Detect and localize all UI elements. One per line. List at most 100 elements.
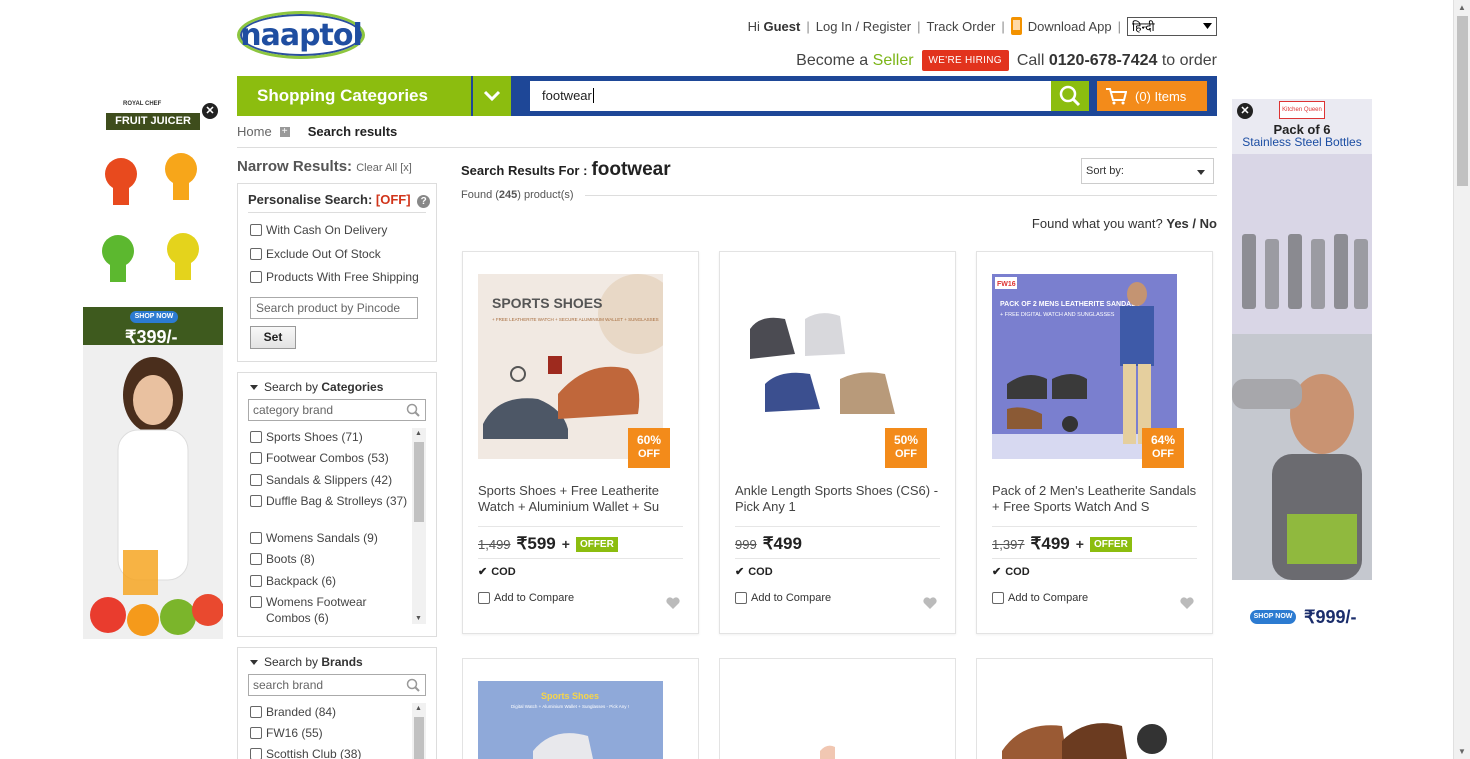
checkbox[interactable] xyxy=(250,431,262,443)
set-pincode-button[interactable]: Set xyxy=(250,326,296,349)
brand-item[interactable]: Branded (84) xyxy=(250,704,410,720)
offer-badge[interactable]: OFFER xyxy=(1089,536,1132,552)
checkbox[interactable] xyxy=(250,748,262,759)
become-seller-link[interactable]: Become a Seller xyxy=(796,52,913,70)
checkbox[interactable] xyxy=(250,248,262,260)
search-button[interactable] xyxy=(1051,81,1089,111)
checkbox[interactable] xyxy=(992,592,1004,604)
category-item[interactable]: Backpack (6) xyxy=(250,573,410,589)
results-heading: Search Results For : footwear xyxy=(461,159,671,180)
category-item[interactable]: Womens Sandals (9) xyxy=(250,530,410,546)
categories-chevron-icon[interactable] xyxy=(473,76,511,116)
help-icon[interactable]: ? xyxy=(417,195,431,208)
product-card[interactable]: 50% OFF Ankle Length Sports Shoes (CS6) -… xyxy=(719,251,956,634)
exclude-out-of-stock-filter[interactable]: Exclude Out Of Stock xyxy=(250,247,381,261)
wishlist-heart-icon[interactable] xyxy=(923,597,937,610)
ad-shop-now[interactable]: SHOP NOW xyxy=(130,311,178,323)
login-register-link[interactable]: Log In / Register xyxy=(816,19,911,34)
add-to-compare[interactable]: Add to Compare xyxy=(992,592,1088,604)
image-caption: Sports Shoes xyxy=(541,691,599,701)
product-card[interactable] xyxy=(719,658,956,759)
wishlist-heart-icon[interactable] xyxy=(1180,597,1194,610)
naaptol-logo[interactable]: naaptol xyxy=(237,11,365,59)
ad-brand: Kitchen Queen xyxy=(1279,101,1325,119)
ad-shop-now[interactable]: SHOP NOW xyxy=(1250,610,1296,624)
image-subcaption: + FREE LEATHERITE WATCH + SECURE ALUMINI… xyxy=(492,317,659,322)
product-image[interactable] xyxy=(992,681,1177,759)
product-name[interactable]: Pack of 2 Men's Leatherite Sandals + Fre… xyxy=(992,483,1200,515)
checkbox[interactable] xyxy=(250,553,262,565)
download-app-link[interactable]: Download App xyxy=(1028,19,1112,34)
wishlist-heart-icon[interactable] xyxy=(666,597,680,610)
brands-scrollbar[interactable]: ▲ xyxy=(412,703,426,759)
pincode-input[interactable]: Search product by Pincode xyxy=(250,297,418,319)
feedback-yes[interactable]: Yes xyxy=(1166,216,1188,231)
category-item[interactable]: Boots (8) xyxy=(250,551,410,567)
product-image[interactable] xyxy=(735,681,920,759)
checkbox[interactable] xyxy=(250,271,262,283)
checkbox[interactable] xyxy=(250,224,262,236)
breadcrumb-home[interactable]: Home xyxy=(237,124,272,139)
free-shipping-filter[interactable]: Products With Free Shipping xyxy=(250,270,419,284)
feedback-no[interactable]: No xyxy=(1200,216,1217,231)
results-query: footwear xyxy=(591,159,671,180)
checkbox[interactable] xyxy=(250,532,262,544)
personalise-panel: Personalise Search: [OFF] ? With Cash On… xyxy=(237,183,437,362)
personalise-title: Personalise Search: [OFF] ? xyxy=(248,192,431,208)
checkbox[interactable] xyxy=(250,495,262,507)
ad-title: FRUIT JUICER xyxy=(106,113,200,130)
product-card[interactable] xyxy=(976,658,1213,759)
product-card[interactable]: Sports Shoes Digital Watch + Aluminium W… xyxy=(462,658,699,759)
offer-badge[interactable]: OFFER xyxy=(575,536,618,552)
right-ad-close-icon[interactable]: ✕ xyxy=(1237,103,1253,119)
mrp: 999 xyxy=(735,536,757,552)
hiring-badge[interactable]: WE'RE HIRING xyxy=(921,50,1009,71)
image-brand: FW16 xyxy=(997,281,1016,288)
checkbox[interactable] xyxy=(735,592,747,604)
bottles-image xyxy=(1232,154,1372,580)
product-card[interactable]: SPORTS SHOES + FREE LEATHERITE WATCH + S… xyxy=(462,251,699,634)
brands-panel-title[interactable]: Search by Brands xyxy=(250,655,363,669)
category-search-input[interactable]: category brand xyxy=(248,399,426,421)
page-scrollbar[interactable]: ▲ ▼ xyxy=(1453,0,1470,759)
checkbox[interactable] xyxy=(250,575,262,587)
track-order-link[interactable]: Track Order xyxy=(927,19,996,34)
product-name[interactable]: Ankle Length Sports Shoes (CS6) - Pick A… xyxy=(735,483,943,515)
categories-panel-title[interactable]: Search by Categories xyxy=(250,380,383,394)
juicer-products-image xyxy=(102,153,199,282)
category-item[interactable]: Footwear Combos (53) xyxy=(250,450,410,466)
language-select[interactable]: हिन्दी xyxy=(1127,16,1217,36)
product-image[interactable]: Sports Shoes Digital Watch + Aluminium W… xyxy=(478,681,663,759)
category-item[interactable]: Sports Shoes (71) xyxy=(250,429,410,445)
left-ad-close-icon[interactable]: ✕ xyxy=(202,103,218,119)
clear-all-link[interactable]: Clear All [x] xyxy=(356,162,412,174)
checkbox[interactable] xyxy=(250,452,262,464)
shopping-categories-button[interactable]: Shopping Categories xyxy=(237,76,471,116)
search-input[interactable]: footwear xyxy=(530,81,1051,111)
discount-badge: 50% OFF xyxy=(885,428,927,468)
checkbox[interactable] xyxy=(250,596,262,608)
brand-search-input[interactable]: search brand xyxy=(248,674,426,696)
product-name[interactable]: Sports Shoes + Free Leatherite Watch + A… xyxy=(478,483,686,515)
brand-item[interactable]: Scottish Club (38) xyxy=(250,746,410,759)
brand-item[interactable]: FW16 (55) xyxy=(250,725,410,741)
search-icon xyxy=(406,678,420,692)
checkbox[interactable] xyxy=(478,592,490,604)
add-to-compare[interactable]: Add to Compare xyxy=(478,592,574,604)
right-ad-banner[interactable]: Kitchen Queen Pack of 6 Stainless Steel … xyxy=(1232,99,1372,639)
cart-button[interactable]: (0) Items xyxy=(1097,81,1207,111)
checkbox[interactable] xyxy=(250,727,262,739)
category-item[interactable]: Womens Footwear Combos (6) xyxy=(250,594,410,626)
checkbox[interactable] xyxy=(250,474,262,486)
cod-filter[interactable]: With Cash On Delivery xyxy=(250,223,387,237)
mrp: 1,499 xyxy=(478,536,511,552)
product-card[interactable]: FW16 PACK OF 2 MENS LEATHERITE SANDALS +… xyxy=(976,251,1213,634)
category-item[interactable]: Duffle Bag & Strolleys (37) xyxy=(250,493,410,509)
category-item[interactable]: Sandals & Slippers (42) xyxy=(250,472,410,488)
checkbox[interactable] xyxy=(250,706,262,718)
sort-by-select[interactable]: Sort by: xyxy=(1081,158,1214,184)
add-to-compare[interactable]: Add to Compare xyxy=(735,592,831,604)
left-ad-banner[interactable]: ROYAL CHEF FRUIT JUICER SHOP NOW ₹399/- xyxy=(83,99,223,639)
breadcrumb-current: Search results xyxy=(307,124,398,139)
categories-scrollbar[interactable]: ▲ ▼ xyxy=(412,428,426,624)
